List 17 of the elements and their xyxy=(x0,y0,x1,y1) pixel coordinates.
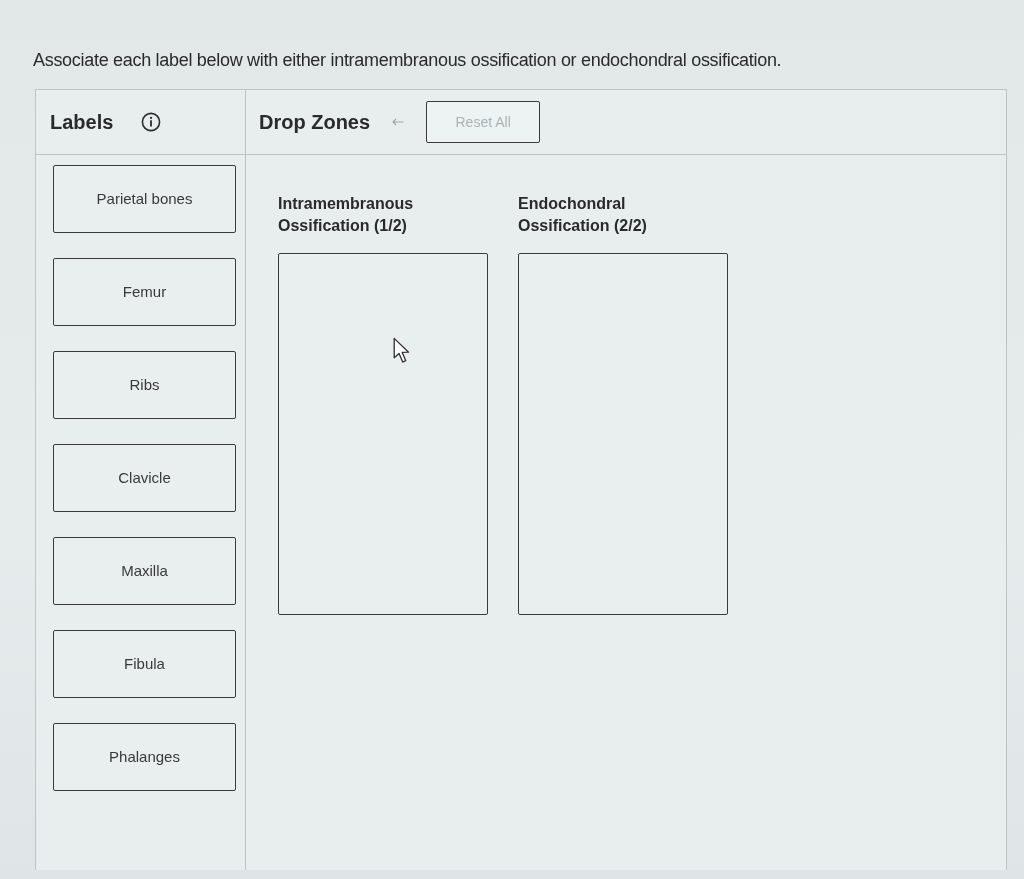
drop-zone[interactable] xyxy=(518,253,728,615)
draggable-label[interactable]: Phalanges xyxy=(53,723,236,791)
drop-zone[interactable] xyxy=(278,253,488,615)
left-arrow-icon xyxy=(392,118,405,126)
draggable-label[interactable]: Ribs xyxy=(53,351,236,419)
drop-zone-title: Endochondral Ossification (2/2) xyxy=(518,194,648,237)
draggable-label[interactable]: Fibula xyxy=(53,630,236,698)
draggable-label[interactable]: Clavicle xyxy=(53,444,236,512)
draggable-label[interactable]: Femur xyxy=(53,258,236,326)
drop-zone-title: Intramembranous Ossification (1/2) xyxy=(278,194,415,237)
draggable-label[interactable]: Maxilla xyxy=(53,537,236,605)
draggable-label[interactable]: Parietal bones xyxy=(53,165,236,233)
drop-zones-heading: Drop Zones xyxy=(259,110,371,134)
instruction-text: Associate each label below with either intramembranous ossification or endochondral ossification. xyxy=(33,50,783,71)
labels-heading: Labels xyxy=(50,110,114,134)
mouse-pointer-icon xyxy=(393,337,410,364)
info-icon[interactable] xyxy=(141,112,162,132)
